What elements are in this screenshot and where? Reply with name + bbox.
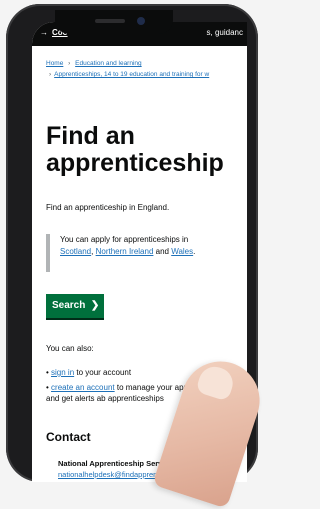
- sign-in-link[interactable]: sign in: [51, 368, 74, 377]
- list-item-text: to your account: [74, 368, 132, 377]
- contact-org: National Apprenticeship Servic: [58, 459, 169, 468]
- page-title-line-1: Find an: [46, 122, 135, 150]
- chevron-right-icon: ›: [68, 60, 71, 67]
- breadcrumb-home[interactable]: Home: [46, 60, 63, 67]
- link-scotland[interactable]: Scotland: [60, 247, 91, 256]
- chevron-right-icon: ❯: [88, 300, 100, 311]
- thumbnail-nail: [195, 362, 237, 402]
- inset-intro: You can apply for apprenticeships in: [60, 235, 189, 244]
- page-title: Find an apprenticeship: [46, 123, 224, 177]
- inset-end: .: [193, 247, 196, 256]
- search-button-label: Search: [52, 300, 86, 311]
- lead-paragraph: Find an apprenticeship in England.: [46, 203, 170, 212]
- phone-notch: [55, 10, 173, 34]
- search-button[interactable]: Search ❯: [46, 294, 104, 318]
- breadcrumb-education[interactable]: Education and learning: [75, 60, 142, 67]
- speaker-icon: [95, 19, 125, 23]
- page-title-line-2: apprenticeship: [46, 149, 224, 177]
- breadcrumb-apprenticeships[interactable]: Apprenticeships, 14 to 19 education and …: [54, 71, 209, 78]
- breadcrumb: Home › Education and learning › Apprentic…: [46, 58, 209, 80]
- camera-icon: [137, 17, 145, 25]
- link-northern-ireland[interactable]: Northern Ireland: [96, 247, 154, 256]
- chevron-right-icon: ›: [49, 71, 52, 78]
- contact-heading: Contact: [46, 430, 91, 444]
- inset-separator: and: [153, 247, 172, 256]
- link-wales[interactable]: Wales: [171, 247, 193, 256]
- banner-text: s, guidanc: [206, 28, 243, 37]
- inset-text: You can apply for apprenticeships in Sco…: [46, 234, 247, 272]
- arrow-right-icon: →: [40, 28, 48, 37]
- also-heading: You can also:: [46, 344, 94, 353]
- create-account-link[interactable]: create an account: [51, 383, 115, 392]
